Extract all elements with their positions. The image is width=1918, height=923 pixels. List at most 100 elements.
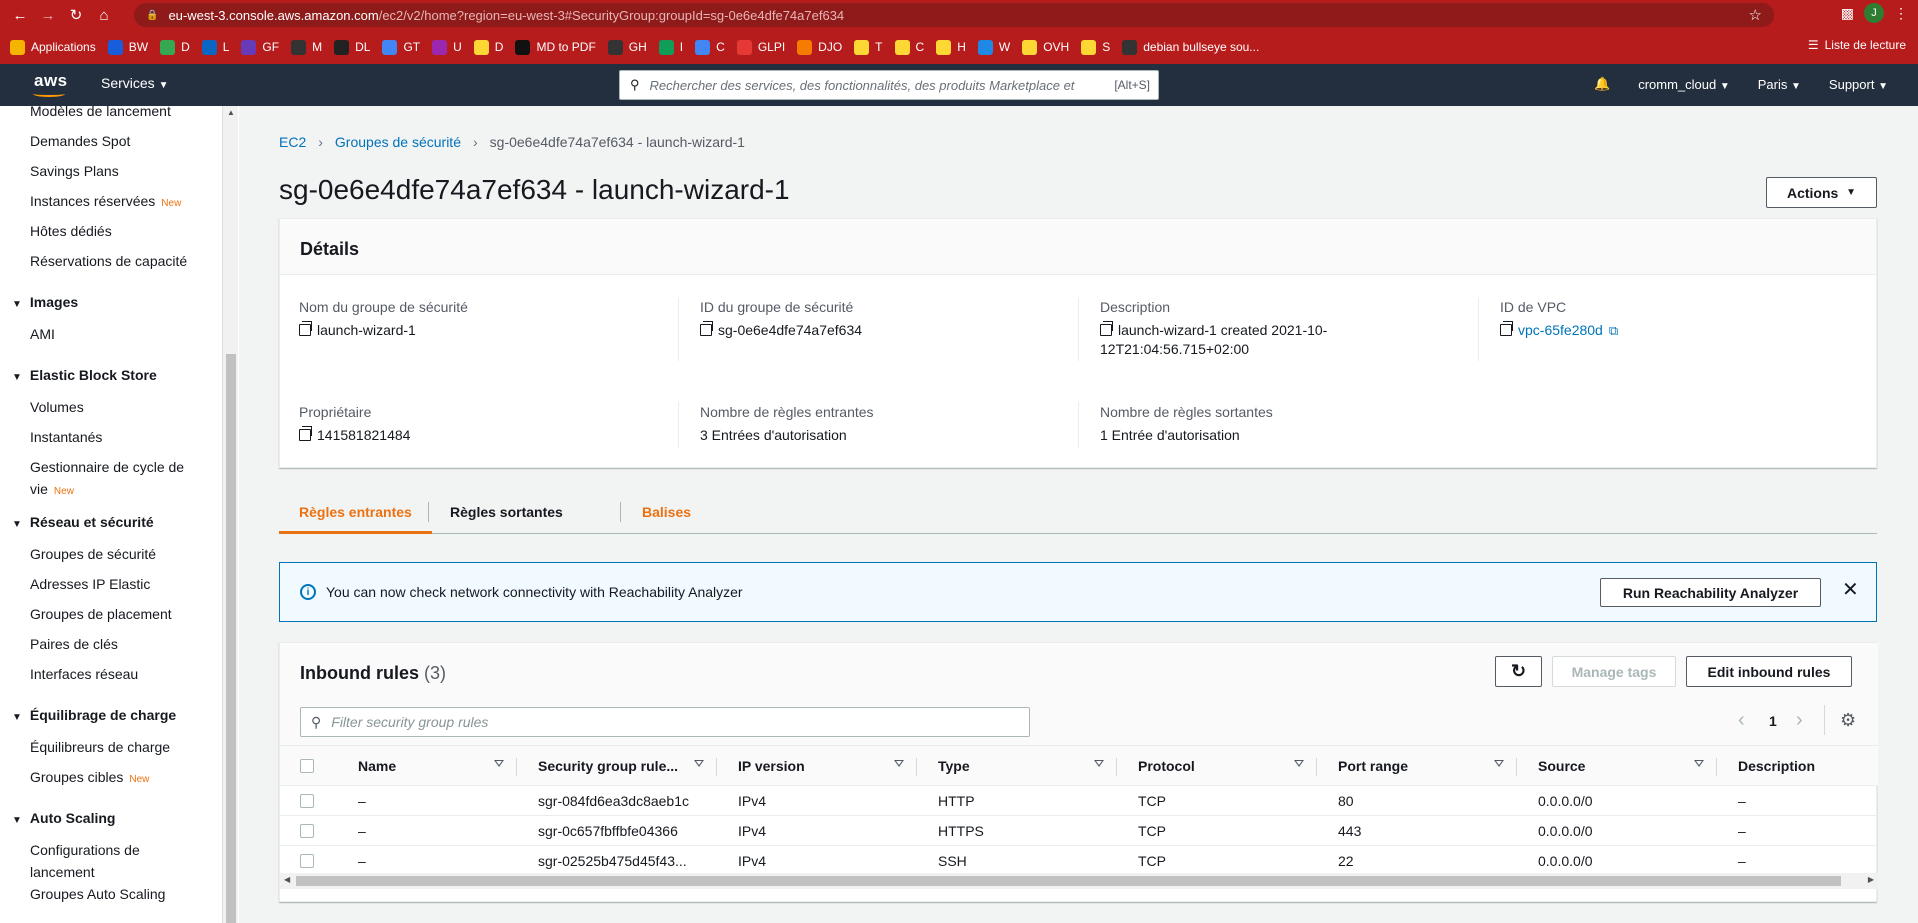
sidebar-section[interactable]: ▼ Auto Scaling — [12, 810, 115, 826]
column-header[interactable]: Name — [338, 746, 518, 786]
services-menu[interactable]: Services ▼ — [101, 75, 168, 91]
forward-arrow-icon[interactable]: → — [34, 1, 62, 29]
sidebar-item[interactable]: Instances réservées New — [30, 190, 181, 215]
sidebar-item[interactable]: Paires de clés — [30, 633, 118, 655]
avatar[interactable]: J — [1864, 3, 1884, 23]
sort-icon[interactable] — [494, 760, 504, 767]
reading-list[interactable]: ☰ Liste de lecture — [1808, 38, 1906, 52]
bell-icon[interactable]: 🔔 — [1594, 76, 1610, 92]
sidebar-item[interactable]: Demandes Spot — [30, 130, 130, 152]
sort-icon[interactable] — [1694, 760, 1704, 767]
reload-icon[interactable]: ↻ — [62, 1, 90, 29]
sidebar-item[interactable]: Instantanés — [30, 426, 102, 448]
sidebar-section[interactable]: ▼ Réseau et sécurité — [12, 514, 154, 530]
table-row[interactable]: – sgr-0c657fbffbfe04366 IPv4 HTTPS TCP 443 0.0… — [280, 815, 1878, 845]
copy-icon[interactable] — [299, 321, 312, 336]
breadcrumb-ec2[interactable]: EC2 — [279, 134, 306, 150]
account-menu[interactable]: cromm_cloud ▼ — [1638, 77, 1730, 92]
run-reachability-analyzer-button[interactable]: Run Reachability Analyzer — [1600, 578, 1821, 607]
table-row[interactable]: – sgr-02525b475d45f43... IPv4 SSH TCP 22 0.0.0… — [280, 845, 1878, 875]
sort-icon[interactable] — [1294, 760, 1304, 767]
aws-logo[interactable]: aws — [34, 71, 68, 91]
bookmark-item[interactable]: OVH — [1022, 39, 1069, 55]
sidebar-item[interactable]: Équilibreurs de charge — [30, 736, 170, 758]
bookmark-item[interactable]: T — [854, 39, 883, 55]
bookmark-item[interactable]: C — [695, 39, 725, 55]
region-menu[interactable]: Paris ▼ — [1758, 77, 1801, 92]
row-checkbox[interactable] — [300, 794, 314, 808]
sidebar-item[interactable]: Groupes de sécurité — [30, 543, 156, 565]
star-icon[interactable]: ☆ — [1749, 6, 1762, 24]
support-menu[interactable]: Support ▼ — [1829, 77, 1888, 92]
bookmark-item[interactable]: S — [1081, 39, 1110, 55]
column-header[interactable]: Protocol — [1118, 746, 1318, 786]
tab-inbound-rules[interactable]: Règles entrantes — [279, 484, 432, 534]
bookmark-item[interactable]: BW — [107, 39, 148, 55]
bookmark-item[interactable]: GH — [607, 39, 647, 55]
sidebar-item[interactable]: Groupes Auto Scaling — [30, 883, 165, 905]
search-input[interactable]: ⚲ Rechercher des services, des fonctionn… — [619, 70, 1159, 100]
sidebar-item[interactable]: Groupes de placement — [30, 603, 172, 625]
address-bar[interactable]: 🔒 eu-west-3.console.aws.amazon.com/ec2/v… — [134, 3, 1774, 27]
page-number[interactable]: 1 — [1769, 713, 1777, 729]
row-checkbox[interactable] — [300, 854, 314, 868]
bookmark-item[interactable]: I — [658, 39, 683, 55]
sidebar-item[interactable]: Volumes — [30, 396, 84, 418]
row-checkbox[interactable] — [300, 824, 314, 838]
copy-icon[interactable] — [1100, 321, 1113, 336]
select-all-checkbox[interactable] — [300, 759, 314, 773]
bookmark-item[interactable]: M — [291, 39, 322, 55]
home-icon[interactable]: ⌂ — [90, 1, 118, 29]
copy-icon[interactable] — [299, 426, 312, 441]
sidebar-item[interactable]: Gestionnaire de cycle de vie New — [30, 456, 184, 503]
gear-icon[interactable]: ⚙ — [1840, 710, 1856, 731]
column-header[interactable]: Security group rule... — [518, 746, 718, 786]
sort-icon[interactable] — [1494, 760, 1504, 767]
sidebar-item[interactable]: AMI — [30, 323, 55, 345]
sidebar-item[interactable]: Groupes cibles New — [30, 766, 149, 791]
column-header[interactable]: IP version — [718, 746, 918, 786]
vpc-link[interactable]: vpc-65fe280d — [1518, 321, 1603, 340]
sort-icon[interactable] — [1094, 760, 1104, 767]
sidebar-item[interactable]: Configurations de lancement — [30, 839, 140, 883]
extensions-icon[interactable]: ▩ — [1841, 5, 1854, 22]
manage-tags-button[interactable]: Manage tags — [1552, 656, 1676, 687]
bookmark-item[interactable]: GT — [382, 39, 420, 55]
sidebar-item[interactable]: Modèles de lancement — [30, 106, 171, 122]
bookmark-item[interactable]: debian bullseye sou... — [1122, 39, 1259, 55]
bookmark-item[interactable]: W — [977, 39, 1010, 55]
scroll-up-icon[interactable]: ▲ — [227, 108, 235, 117]
sidebar-section[interactable]: ▼ Équilibrage de charge — [12, 707, 176, 723]
sort-icon[interactable] — [694, 760, 704, 767]
bookmark-item[interactable]: GF — [241, 39, 279, 55]
column-header[interactable]: Type — [918, 746, 1118, 786]
horizontal-scrollbar[interactable]: ◀ ▶ — [280, 873, 1878, 889]
copy-icon[interactable] — [1500, 321, 1513, 336]
bookmark-item[interactable]: GLPI — [736, 39, 785, 55]
scroll-left-icon[interactable]: ◀ — [284, 875, 290, 884]
sidebar-section[interactable]: ▼ Images — [12, 294, 78, 310]
bookmark-item[interactable]: C — [894, 39, 924, 55]
sidebar-item[interactable]: Réservations de capacité — [30, 250, 187, 272]
actions-button[interactable]: Actions ▼ — [1766, 177, 1877, 208]
chevron-right-icon[interactable]: › — [1796, 709, 1803, 732]
kebab-menu-icon[interactable]: ⋮ — [1894, 5, 1908, 22]
bookmark-item[interactable]: H — [936, 39, 966, 55]
tab-outbound-rules[interactable]: Règles sortantes — [430, 484, 583, 534]
external-link-icon[interactable]: ⧉ — [1609, 321, 1618, 340]
refresh-button[interactable]: ↻ — [1495, 656, 1542, 687]
sidebar-item[interactable]: Adresses IP Elastic — [30, 573, 150, 595]
bookmark-item[interactable]: Applications — [10, 39, 96, 55]
filter-input[interactable]: ⚲ Filter security group rules — [300, 707, 1030, 737]
bookmark-item[interactable]: DJO — [797, 39, 842, 55]
table-row[interactable]: – sgr-084fd6ea3dc8aeb1c IPv4 HTTP TCP 80 0.0.0… — [280, 785, 1878, 815]
column-header[interactable]: Source — [1518, 746, 1718, 786]
chevron-left-icon[interactable]: ‹ — [1738, 709, 1745, 732]
sidebar-section[interactable]: ▼ Elastic Block Store — [12, 367, 157, 383]
scroll-right-icon[interactable]: ▶ — [1868, 875, 1874, 884]
sort-icon[interactable] — [894, 760, 904, 767]
sidebar-item[interactable]: Savings Plans — [30, 160, 119, 182]
back-arrow-icon[interactable]: ← — [6, 1, 34, 29]
bookmark-item[interactable]: D — [473, 39, 503, 55]
copy-icon[interactable] — [700, 321, 713, 336]
